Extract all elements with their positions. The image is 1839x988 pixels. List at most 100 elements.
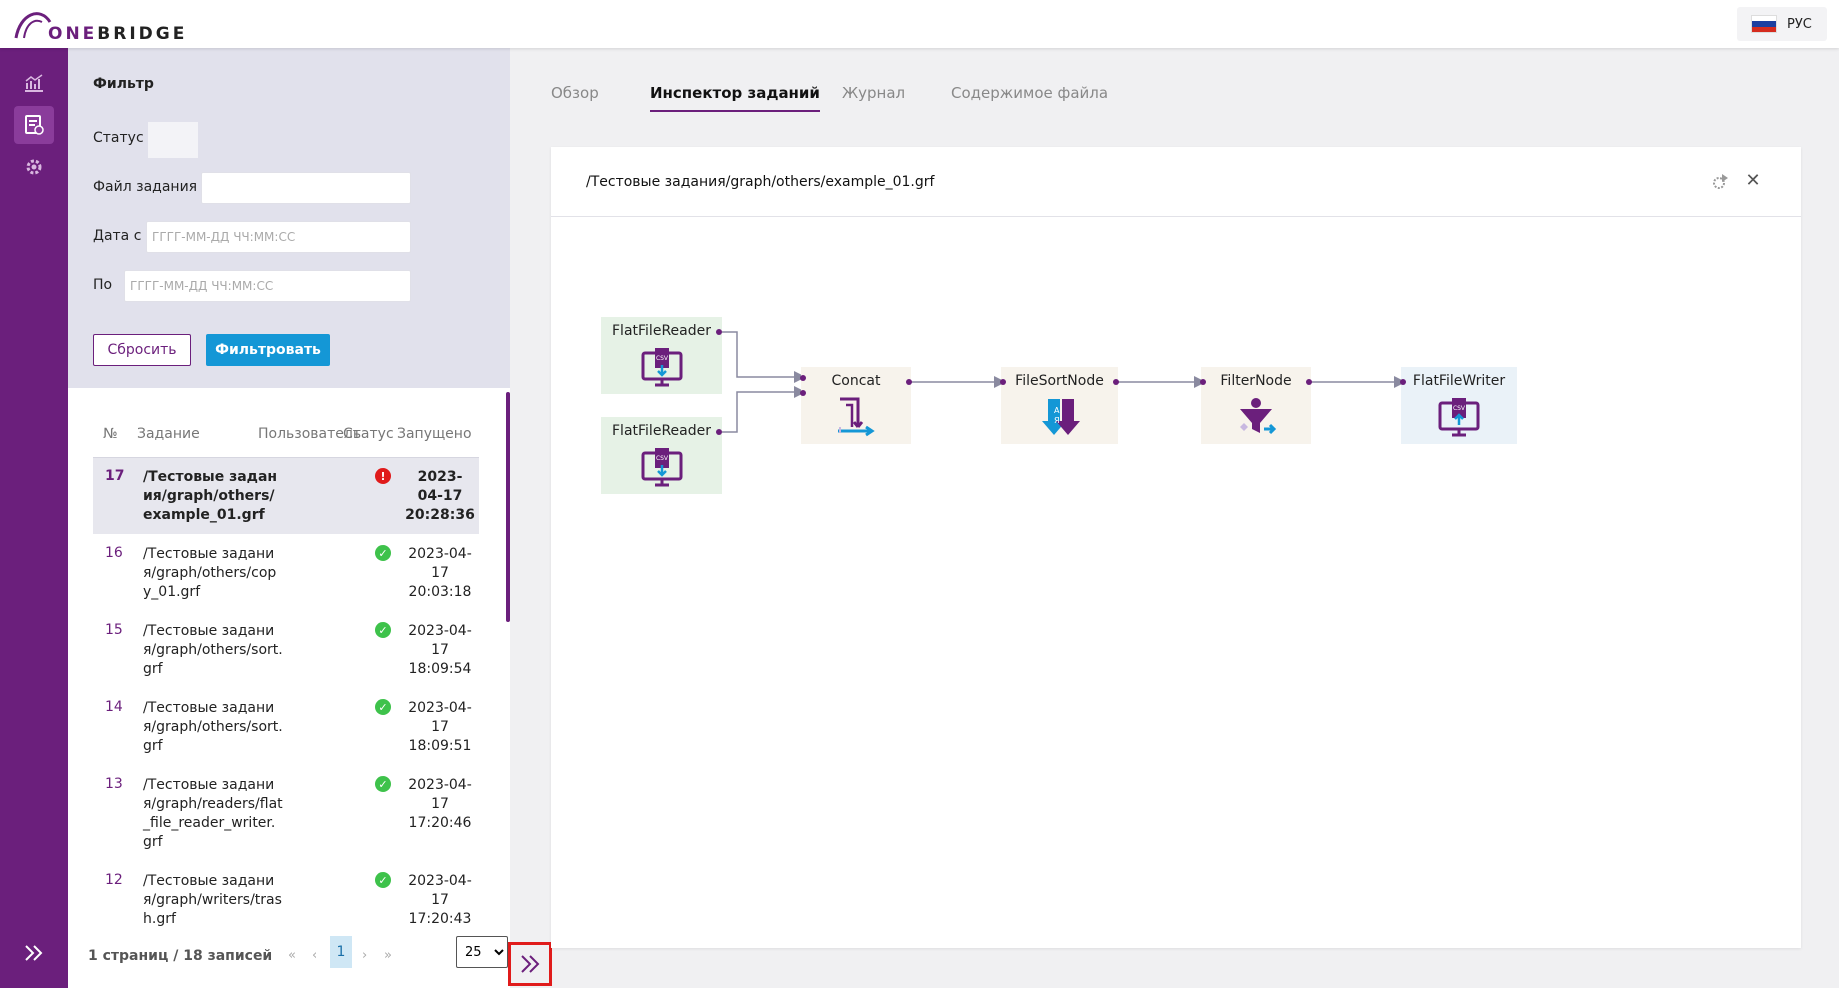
logo-bridge: BRIDGE	[97, 24, 188, 44]
run-icon[interactable]	[1711, 171, 1731, 191]
table-row[interactable]: 14 /Тестовые задания/graph/others/sort.g…	[93, 689, 479, 765]
settings-icon[interactable]	[14, 148, 54, 186]
svg-text:CSV: CSV	[655, 455, 668, 462]
jobs-scrollbar[interactable]	[506, 392, 510, 622]
row-num: 13	[105, 776, 123, 792]
page-size-select[interactable]: 25	[456, 936, 508, 968]
svg-text:A: A	[1054, 406, 1060, 415]
graph-edges	[718, 331, 1406, 433]
next-page-button[interactable]: ›	[362, 948, 367, 963]
node-flat-file-writer[interactable]: FlatFileWriter CSV	[1400, 367, 1517, 444]
language-switcher[interactable]: РУС	[1737, 7, 1827, 41]
job-graph: FlatFileReader CSV FlatFileReader CSV Co…	[551, 217, 1801, 948]
date-to-input[interactable]	[124, 270, 411, 302]
prev-page-button[interactable]: ‹	[312, 948, 317, 963]
node-concat[interactable]: Concat	[800, 367, 912, 444]
table-row[interactable]: 17 /Тестовые задания/graph/others/exampl…	[93, 458, 479, 534]
logo-one: ONE	[48, 24, 98, 44]
node-flat-file-reader[interactable]: FlatFileReader CSV	[601, 317, 722, 394]
svg-text:CSV: CSV	[655, 355, 668, 362]
row-job: /Тестовые задания/graph/writers/trash.gr…	[143, 873, 282, 927]
top-bar: ONEBRIDGE РУС	[0, 0, 1839, 48]
svg-text:Я: Я	[1054, 416, 1060, 425]
row-num: 15	[105, 622, 123, 638]
col-status: Статус	[343, 426, 394, 442]
jobs-icon[interactable]	[14, 106, 54, 144]
row-job: /Тестовые задания/graph/readers/flat_fil…	[143, 777, 283, 850]
node-label: FlatFileWriter	[1412, 373, 1506, 389]
edge-reader1-concat	[718, 331, 806, 383]
inspector-header: /Тестовые задания/graph/others/example_0…	[551, 147, 1801, 217]
jobs-list: № Задание Пользователь Статус Запущено 1…	[68, 388, 510, 988]
date-to-label: По	[93, 277, 113, 293]
inspector-card: /Тестовые задания/graph/others/example_0…	[551, 147, 1801, 948]
success-status-icon: ✓	[375, 699, 391, 715]
file-label: Файл задания	[93, 179, 198, 195]
row-started: 2023-04-17 18:09:54	[408, 623, 472, 677]
success-status-icon: ✓	[375, 622, 391, 638]
current-page[interactable]: 1	[330, 936, 352, 968]
status-select[interactable]	[148, 122, 198, 158]
reset-button[interactable]: Сбросить	[93, 334, 191, 366]
russia-flag-icon	[1751, 15, 1777, 33]
pagination-info: 1 страниц / 18 записей	[88, 948, 273, 964]
file-input[interactable]	[201, 172, 411, 204]
table-row[interactable]: 13 /Тестовые задания/graph/readers/flat_…	[93, 766, 479, 860]
filter-icon	[1240, 398, 1277, 435]
tab-overview[interactable]: Обзор	[551, 84, 599, 110]
node-label: FlatFileReader	[612, 423, 711, 439]
tab-file-content[interactable]: Содержимое файла	[951, 84, 1108, 110]
node-label: Concat	[831, 373, 881, 389]
svg-text:CSV: CSV	[1453, 405, 1466, 412]
pagination: 1 страниц / 18 записей « ‹ 1 › » 25	[88, 936, 508, 976]
node-file-sort[interactable]: FileSortNode AЯ	[1000, 367, 1119, 444]
language-label: РУС	[1787, 16, 1812, 32]
jobs-table-header: № Задание Пользователь Статус Запущено	[93, 426, 479, 458]
node-label: FilterNode	[1220, 373, 1292, 389]
double-chevron-right-icon[interactable]	[18, 940, 50, 966]
chart-icon[interactable]	[14, 64, 54, 102]
node-flat-file-reader[interactable]: FlatFileReader CSV	[601, 417, 722, 494]
filter-title: Фильтр	[93, 76, 154, 92]
date-from-label: Дата с	[93, 228, 142, 244]
node-label: FileSortNode	[1015, 373, 1104, 389]
table-row[interactable]: 15 /Тестовые задания/graph/others/sort.g…	[93, 612, 479, 688]
filter-button[interactable]: Фильтровать	[206, 334, 330, 366]
table-row[interactable]: 16 /Тестовые задания/graph/others/copy_0…	[93, 535, 479, 611]
row-num: 17	[105, 468, 125, 484]
node-filter[interactable]: FilterNode	[1200, 367, 1312, 444]
row-job: /Тестовые задания/graph/others/copy_01.g…	[143, 546, 277, 600]
row-num: 16	[105, 545, 123, 561]
csv-reader-icon: CSV	[641, 348, 682, 387]
row-started: 2023-04-17 20:03:18	[408, 546, 472, 600]
close-icon[interactable]: ✕	[1743, 171, 1763, 191]
col-num: №	[103, 426, 118, 442]
last-page-button[interactable]: »	[384, 948, 392, 963]
row-num: 14	[105, 699, 123, 715]
col-started: Запущено	[397, 426, 472, 442]
tab-log[interactable]: Журнал	[842, 84, 905, 110]
left-rail	[0, 48, 68, 988]
row-num: 12	[105, 872, 123, 888]
row-started: 2023-04-17 20:28:36	[405, 469, 475, 523]
csv-reader-icon: CSV	[641, 448, 682, 487]
filter-panel: Фильтр Статус Файл задания Дата с По Сбр…	[68, 48, 510, 388]
first-page-button[interactable]: «	[288, 948, 296, 963]
table-row[interactable]: 12 /Тестовые задания/graph/writers/trash…	[93, 862, 479, 938]
sort-icon: AЯ	[1041, 399, 1080, 435]
double-chevron-right-icon	[521, 955, 540, 973]
row-started: 2023-04-17 17:20:43	[408, 873, 472, 927]
row-job: /Тестовые задания/graph/others/example_0…	[143, 469, 278, 523]
row-started: 2023-04-17 18:09:51	[408, 700, 472, 754]
success-status-icon: ✓	[375, 776, 391, 792]
concat-icon	[838, 397, 875, 437]
success-status-icon: ✓	[375, 545, 391, 561]
status-label: Статус	[93, 130, 144, 146]
tab-job-inspector[interactable]: Инспектор заданий	[650, 84, 820, 112]
row-job: /Тестовые задания/graph/others/sort.grf	[143, 623, 283, 677]
date-from-input[interactable]	[146, 221, 411, 253]
error-status-icon: !	[375, 468, 391, 484]
row-job: /Тестовые задания/graph/others/sort.grf	[143, 700, 283, 754]
expand-panel-button[interactable]	[508, 942, 552, 986]
row-started: 2023-04-17 17:20:46	[408, 777, 472, 831]
